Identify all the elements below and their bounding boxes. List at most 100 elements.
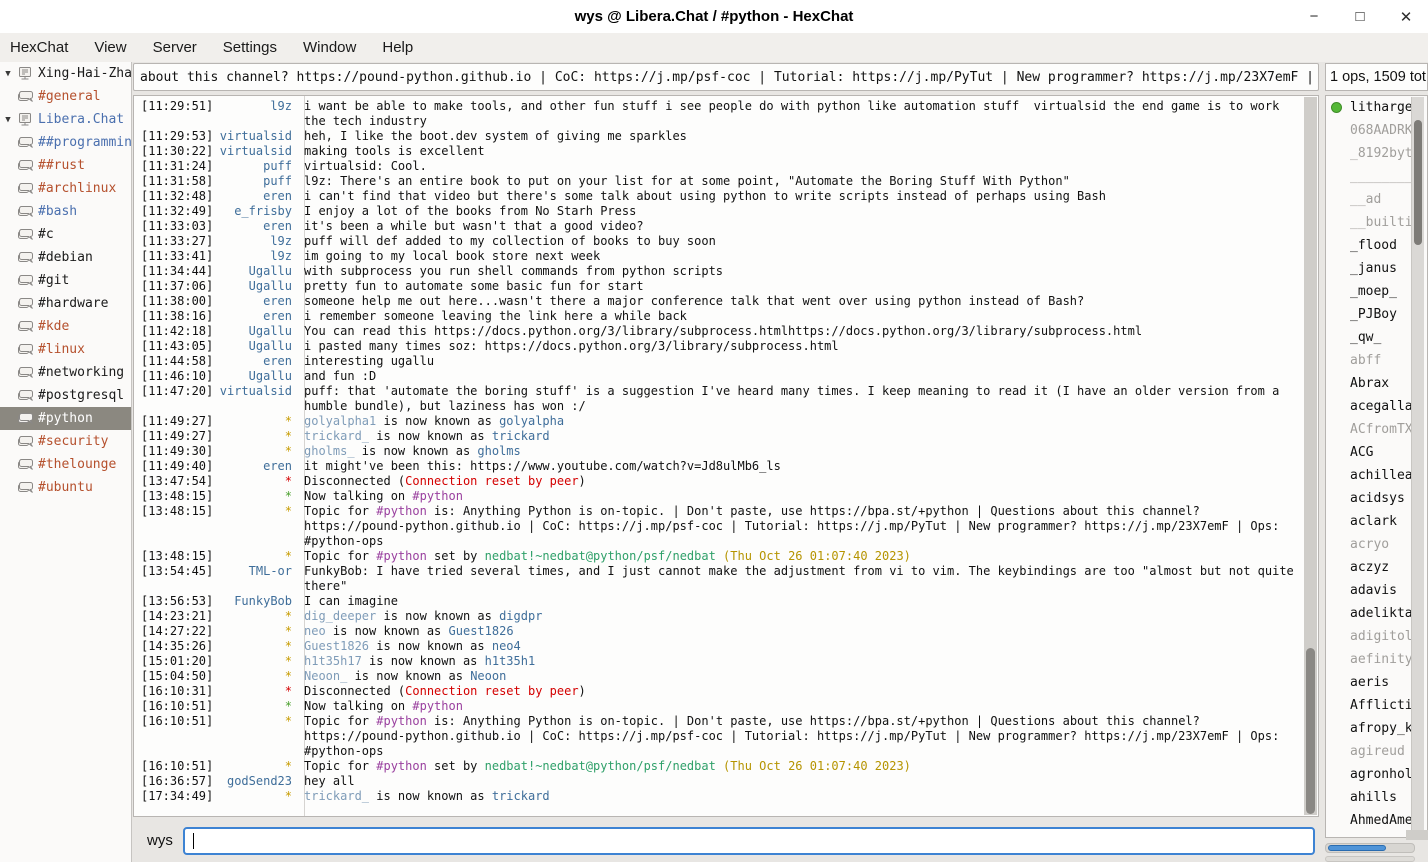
- userlist-scrollbar-thumb[interactable]: [1414, 120, 1422, 245]
- chat-scrollbar[interactable]: [1304, 97, 1317, 815]
- sidebar-item--ubuntu[interactable]: #ubuntu: [0, 476, 131, 499]
- channel-label: #postgresql: [38, 388, 124, 403]
- message-text: i want be able to make tools, and other …: [292, 99, 1302, 129]
- sidebar-item--python[interactable]: #python: [0, 407, 131, 430]
- menu-item-settings[interactable]: Settings: [223, 39, 277, 56]
- userlist-header: 1 ops, 1509 tot: [1325, 63, 1428, 91]
- chat-row: [15:01:20]*h1t35h17 is now known as h1t3…: [134, 654, 1302, 669]
- message-text: Now talking on #python: [292, 699, 1302, 714]
- chat-row: [13:48:15]*Topic for #python set by nedb…: [134, 549, 1302, 564]
- event-star: *: [285, 549, 292, 564]
- nick: eren: [263, 219, 292, 234]
- event-star: *: [285, 669, 292, 684]
- timestamp: [14:35:26]: [141, 639, 213, 654]
- chat-row: [11:29:51]l9zi want be able to make tool…: [134, 99, 1302, 129]
- chat-row: [11:29:53]virtualsidheh, I like the boot…: [134, 129, 1302, 144]
- message-text: gholms_ is now known as gholms: [292, 444, 1302, 459]
- sidebar-server-xing-hai-zhan[interactable]: ▼ Xing-Hai-Zhan: [0, 62, 131, 85]
- message-text: Guest1826 is now known as neo4: [292, 639, 1302, 654]
- maximize-icon[interactable]: □: [1352, 8, 1368, 25]
- chat-row: [16:36:57]godSend23hey all: [134, 774, 1302, 789]
- chat-row: [11:47:20]virtualsidpuff: that 'automate…: [134, 384, 1302, 414]
- chat-bubble-icon: [16, 204, 34, 219]
- chat-row: [14:27:22]*neo is now known as Guest1826: [134, 624, 1302, 639]
- sidebar-item--git[interactable]: #git: [0, 269, 131, 292]
- channel-label: #thelounge: [38, 457, 116, 472]
- sidebar-item--rust[interactable]: ##rust: [0, 154, 131, 177]
- menu-item-help[interactable]: Help: [382, 39, 413, 56]
- event-star: *: [285, 759, 292, 774]
- user-nick: ACfromTX: [1350, 422, 1413, 437]
- menu-item-server[interactable]: Server: [153, 39, 197, 56]
- nick: virtualsid: [220, 384, 292, 414]
- sidebar-item--linux[interactable]: #linux: [0, 338, 131, 361]
- userlist-scrollbar[interactable]: [1411, 97, 1424, 836]
- timestamp: [11:47:20]: [141, 384, 213, 414]
- chat-bubble-icon: [16, 135, 34, 150]
- titlebar: wys @ Libera.Chat / #python - HexChat − …: [0, 0, 1428, 33]
- menu-item-view[interactable]: View: [94, 39, 126, 56]
- chat-row: [13:56:53]FunkyBobI can imagine: [134, 594, 1302, 609]
- message-input[interactable]: [183, 827, 1315, 855]
- menu-item-window[interactable]: Window: [303, 39, 356, 56]
- user-nick: adavis: [1350, 583, 1397, 598]
- nick: virtualsid: [220, 129, 292, 144]
- timestamp: [11:29:51]: [141, 99, 213, 129]
- channel-label: #linux: [38, 342, 85, 357]
- user-nick: _janus: [1350, 261, 1397, 276]
- nick: e_frisby: [234, 204, 292, 219]
- sidebar-item--archlinux[interactable]: #archlinux: [0, 177, 131, 200]
- chat-row: [11:33:27]l9zpuff will def added to my c…: [134, 234, 1302, 249]
- sidebar-item--debian[interactable]: #debian: [0, 246, 131, 269]
- nick: TML-or: [249, 564, 292, 594]
- user-nick: _moep_: [1350, 284, 1397, 299]
- channel-label: #archlinux: [38, 181, 116, 196]
- timestamp: [11:42:18]: [141, 324, 213, 339]
- chat-row: [11:49:27]*trickard_ is now known as tri…: [134, 429, 1302, 444]
- chat-row: [11:31:58]puffl9z: There's an entire boo…: [134, 174, 1302, 189]
- message-text: Topic for #python is: Anything Python is…: [292, 504, 1302, 549]
- sidebar-item--programming[interactable]: ##programming: [0, 131, 131, 154]
- sidebar-item--bash[interactable]: #bash: [0, 200, 131, 223]
- chat-scrollbar-thumb[interactable]: [1306, 648, 1315, 814]
- sidebar-item--hardware[interactable]: #hardware: [0, 292, 131, 315]
- chat-bubble-icon: [16, 388, 34, 403]
- topic-input[interactable]: [133, 63, 1319, 91]
- close-icon[interactable]: ✕: [1398, 8, 1414, 26]
- nick: Ugallu: [249, 264, 292, 279]
- chat-bubble-icon: [16, 181, 34, 196]
- nick: puff: [263, 159, 292, 174]
- message-text: Topic for #python set by nedbat!~nedbat@…: [292, 759, 1302, 774]
- nick: puff: [263, 174, 292, 189]
- channel-label: #c: [38, 227, 54, 242]
- chat-area[interactable]: [11:29:51]l9zi want be able to make tool…: [133, 95, 1319, 817]
- sidebar-item--postgresql[interactable]: #postgresql: [0, 384, 131, 407]
- nick: Ugallu: [249, 324, 292, 339]
- message-text: it might've been this: https://www.youtu…: [292, 459, 1302, 474]
- message-text: im going to my local book store next wee…: [292, 249, 1302, 264]
- sidebar-item--general[interactable]: #general: [0, 85, 131, 108]
- minimize-icon[interactable]: −: [1306, 8, 1322, 25]
- sidebar-server-libera-chat[interactable]: ▼ Libera.Chat: [0, 108, 131, 131]
- sidebar-item--networking[interactable]: #networking: [0, 361, 131, 384]
- user-nick: acegalla-: [1350, 399, 1420, 414]
- channel-label: ##rust: [38, 158, 85, 173]
- user-nick: litharge: [1350, 100, 1413, 115]
- timestamp: [11:37:06]: [141, 279, 213, 294]
- chat-row: [11:44:58]ereninteresting ugallu: [134, 354, 1302, 369]
- sidebar-item--c[interactable]: #c: [0, 223, 131, 246]
- sidebar-item--security[interactable]: #security: [0, 430, 131, 453]
- timestamp: [15:01:20]: [141, 654, 213, 669]
- channel-label: #ubuntu: [38, 480, 93, 495]
- menu-item-hexchat[interactable]: HexChat: [10, 39, 68, 56]
- expander-icon[interactable]: ▼: [0, 115, 16, 125]
- message-text: heh, I like the boot.dev system of givin…: [292, 129, 1302, 144]
- sidebar-item--kde[interactable]: #kde: [0, 315, 131, 338]
- timestamp: [16:10:51]: [141, 759, 213, 774]
- window-title: wys @ Libera.Chat / #python - HexChat: [0, 8, 1428, 25]
- message-text: I can imagine: [292, 594, 1302, 609]
- sidebar-item--thelounge[interactable]: #thelounge: [0, 453, 131, 476]
- timestamp: [11:38:00]: [141, 294, 213, 309]
- expander-icon[interactable]: ▼: [0, 69, 16, 79]
- user-nick: acidsys: [1350, 491, 1405, 506]
